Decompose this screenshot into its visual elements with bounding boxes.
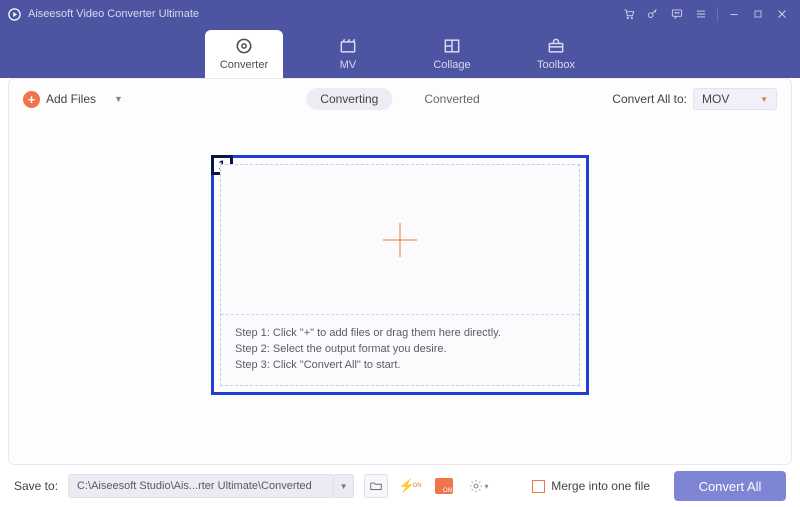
merge-label: Merge into one file <box>551 479 650 493</box>
converter-icon <box>233 36 255 56</box>
tab-mv[interactable]: MV <box>309 30 387 78</box>
add-files-button[interactable]: + Add Files ▼ <box>23 91 123 108</box>
drop-zone: Step 1: Click "+" to add files or drag t… <box>220 164 580 386</box>
save-to-label: Save to: <box>14 479 58 493</box>
menu-icon[interactable] <box>689 2 713 26</box>
chevron-down-icon[interactable]: ▼ <box>114 94 123 104</box>
high-speed-button[interactable] <box>432 474 456 498</box>
status-tabs: Converting Converted <box>306 88 493 110</box>
tab-label: Converter <box>220 59 268 71</box>
tab-converter[interactable]: Converter <box>205 30 283 78</box>
key-icon[interactable] <box>641 2 665 26</box>
chevron-down-icon: ▼ <box>760 95 768 104</box>
save-path-field[interactable]: C:\Aiseesoft Studio\Ais...rter Ultimate\… <box>68 474 334 498</box>
plus-icon: + <box>23 91 40 108</box>
tab-label: Toolbox <box>537 59 575 71</box>
add-files-label: Add Files <box>46 92 96 106</box>
toolbar: + Add Files ▼ Converting Converted Conve… <box>9 83 791 115</box>
merge-checkbox[interactable]: Merge into one file <box>532 479 650 493</box>
app-title: Aiseesoft Video Converter Ultimate <box>28 8 199 20</box>
settings-button[interactable]: ▾ <box>466 474 490 498</box>
chevron-down-icon: ▾ <box>485 482 489 491</box>
title-bar: Aiseesoft Video Converter Ultimate <box>0 0 800 28</box>
hardware-accel-button[interactable]: ⚡ON <box>398 474 422 498</box>
format-value: MOV <box>702 92 729 106</box>
convert-all-to: Convert All to: MOV ▼ <box>612 88 777 110</box>
step-text: Step 1: Click "+" to add files or drag t… <box>235 327 565 339</box>
maximize-icon[interactable] <box>746 2 770 26</box>
feedback-icon[interactable] <box>665 2 689 26</box>
convert-all-button[interactable]: Convert All <box>674 471 786 501</box>
drop-area[interactable] <box>221 165 579 315</box>
step-text: Step 2: Select the output format you des… <box>235 343 565 355</box>
convert-to-label: Convert All to: <box>612 92 687 106</box>
format-select[interactable]: MOV ▼ <box>693 88 777 110</box>
toolbox-icon <box>545 36 567 56</box>
open-folder-button[interactable] <box>364 474 388 498</box>
title-divider <box>717 7 718 21</box>
tab-label: MV <box>340 59 357 71</box>
collage-icon <box>441 36 463 56</box>
checkbox-icon <box>532 480 545 493</box>
close-icon[interactable] <box>770 2 794 26</box>
on-badge-icon <box>435 478 453 494</box>
tab-toolbox[interactable]: Toolbox <box>517 30 595 78</box>
mv-icon <box>337 36 359 56</box>
main-panel: + Add Files ▼ Converting Converted Conve… <box>8 78 792 465</box>
steps: Step 1: Click "+" to add files or drag t… <box>221 315 579 385</box>
nav-bar: Converter MV Collage Toolbox <box>0 28 800 78</box>
step-text: Step 3: Click "Convert All" to start. <box>235 359 565 371</box>
footer: Save to: C:\Aiseesoft Studio\Ais...rter … <box>0 465 800 507</box>
path-dropdown[interactable]: ▼ <box>334 474 354 498</box>
cart-icon[interactable] <box>617 2 641 26</box>
minimize-icon[interactable] <box>722 2 746 26</box>
app-logo-icon <box>6 6 22 22</box>
drop-highlight: 1 Step 1: Click "+" to add files or drag… <box>211 155 589 395</box>
tab-label: Collage <box>433 59 470 71</box>
tab-collage[interactable]: Collage <box>413 30 491 78</box>
subtab-converted[interactable]: Converted <box>410 88 493 110</box>
big-plus-icon <box>383 223 417 257</box>
subtab-converting[interactable]: Converting <box>306 88 392 110</box>
